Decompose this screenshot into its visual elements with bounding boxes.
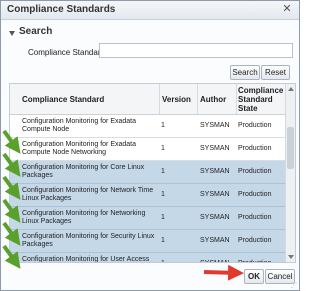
column-header-standard[interactable]: Compliance Standard [22, 84, 160, 114]
table-row[interactable]: Configuration Monitoring for Core Linux … [10, 161, 285, 184]
state-cell: Production [238, 145, 272, 152]
resize-grip-icon[interactable]: ⋰ [291, 282, 297, 289]
standard-cell: Configuration Monitoring for User Access… [22, 256, 150, 263]
search-section-title: Search [19, 26, 53, 37]
standard-cell: Configuration Monitoring for Exadata Com… [22, 141, 137, 156]
author-cell: SYSMAN [200, 253, 238, 262]
author-cell: SYSMAN [200, 145, 230, 152]
scroll-down-icon[interactable] [288, 255, 294, 259]
compliance-standard-input[interactable] [99, 43, 293, 58]
version-cell: 1 [161, 237, 165, 244]
column-header-state[interactable]: Compliance Standard State [238, 84, 284, 114]
table-row[interactable]: Configuration Monitoring for Networking … [10, 207, 285, 230]
scroll-thumb[interactable] [287, 127, 294, 169]
standard-cell: Configuration Monitoring for Security Li… [22, 233, 155, 248]
table-row[interactable]: Configuration Monitoring for Network Tim… [10, 184, 285, 207]
column-divider [159, 84, 160, 114]
dialog-titlebar: Compliance Standards ✕ [1, 1, 299, 20]
standards-table: Compliance Standard Version Author Compl… [9, 83, 296, 263]
close-icon[interactable]: ✕ [281, 3, 293, 15]
state-cell: Production [238, 253, 284, 262]
table-scrollbar[interactable] [285, 84, 295, 262]
state-cell: Production [238, 191, 272, 198]
table-row[interactable]: Configuration Monitoring for Exadata Com… [10, 138, 285, 161]
table-header: Compliance Standard Version Author Compl… [10, 84, 285, 115]
column-header-version[interactable]: Version [162, 84, 198, 114]
author-cell: SYSMAN [200, 191, 230, 198]
ok-button[interactable]: OK [244, 269, 264, 284]
table-row[interactable]: Configuration Monitoring for Exadata Com… [10, 115, 285, 138]
column-header-author[interactable]: Author [200, 84, 236, 114]
standard-cell: Configuration Monitoring for Network Tim… [22, 187, 154, 202]
version-cell: 1 [161, 214, 165, 221]
column-divider [236, 84, 237, 114]
table-row[interactable]: Configuration Monitoring for User Access… [10, 253, 285, 263]
author-cell: SYSMAN [200, 237, 230, 244]
standard-cell: Configuration Monitoring for Exadata Com… [22, 118, 137, 133]
collapse-triangle-icon[interactable] [9, 31, 15, 36]
compliance-standards-dialog: Compliance Standards ✕ Search Compliance… [0, 0, 300, 291]
state-cell: Production [238, 237, 272, 244]
version-cell: 1 [161, 168, 165, 175]
compliance-standard-label: Compliance Standard [28, 48, 105, 57]
table-row[interactable]: Configuration Monitoring for Security Li… [10, 230, 285, 253]
state-cell: Production [238, 214, 272, 221]
author-cell: SYSMAN [200, 122, 230, 129]
column-divider [197, 84, 198, 114]
search-button[interactable]: Search [230, 65, 260, 80]
version-cell: 1 [161, 122, 165, 129]
author-cell: SYSMAN [200, 168, 230, 175]
table-body: Configuration Monitoring for Exadata Com… [10, 115, 285, 263]
version-cell: 1 [161, 191, 165, 198]
standard-cell: Configuration Monitoring for Core Linux … [22, 164, 145, 179]
scroll-up-icon[interactable] [288, 87, 294, 91]
author-cell: SYSMAN [200, 214, 230, 221]
reset-button[interactable]: Reset [261, 65, 290, 80]
dialog-title: Compliance Standards [7, 4, 116, 15]
version-cell: 1 [161, 253, 195, 262]
version-cell: 1 [161, 145, 165, 152]
state-cell: Production [238, 122, 272, 129]
standard-cell: Configuration Monitoring for Networking … [22, 210, 146, 225]
state-cell: Production [238, 168, 272, 175]
